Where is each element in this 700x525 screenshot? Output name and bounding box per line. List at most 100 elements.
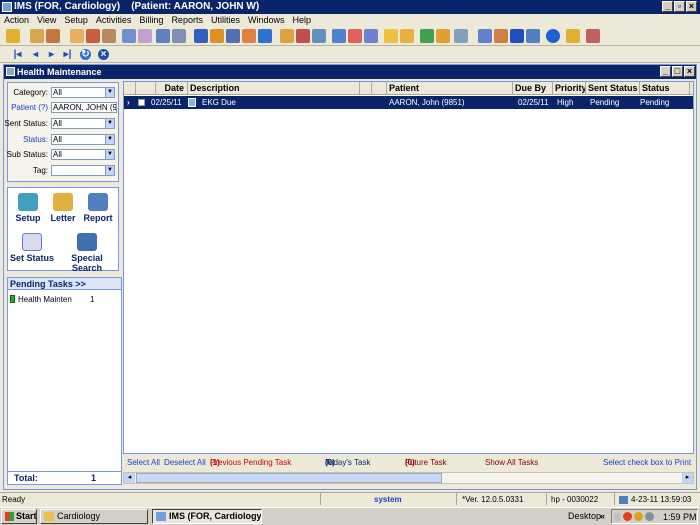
patient-field[interactable]: AARON, JOHN (98 — [51, 102, 117, 113]
person-icon[interactable] — [6, 29, 20, 43]
tray-sun-icon[interactable] — [634, 512, 643, 521]
previous-record-icon[interactable]: ◂ — [30, 49, 41, 60]
chevron-down-icon[interactable]: ▼ — [105, 119, 114, 128]
clipboard-icon[interactable] — [494, 29, 508, 43]
col-sent-status[interactable]: Sent Status — [586, 82, 640, 95]
document-icon[interactable] — [122, 29, 136, 43]
menu-view[interactable]: View — [33, 14, 60, 27]
schedule-icon[interactable] — [226, 29, 240, 43]
report-button[interactable]: Report — [82, 193, 114, 223]
table-row[interactable]: › 02/25/11 EKG Due AARON, John (9851) 02… — [124, 96, 693, 109]
heart-icon[interactable] — [348, 29, 362, 43]
taskbar-item-ims[interactable]: IMS (FOR, Cardiology)... — [152, 509, 262, 524]
start-button[interactable]: Start — [1, 509, 37, 524]
menu-billing[interactable]: Billing — [135, 14, 167, 27]
report-icon[interactable] — [436, 29, 450, 43]
menu-windows[interactable]: Windows — [244, 14, 289, 27]
scroll-right-icon[interactable]: ▸ — [682, 473, 693, 483]
refresh-icon[interactable]: ↻ — [80, 49, 91, 60]
chevron-down-icon[interactable]: ▼ — [105, 88, 114, 97]
taskbar-item-cardiology[interactable]: Cardiology — [40, 509, 148, 524]
files-icon[interactable] — [400, 29, 414, 43]
show-all-tasks-link[interactable]: Show All Tasks — [485, 455, 538, 471]
menu-activities[interactable]: Activities — [92, 14, 136, 27]
speaker-icon[interactable] — [614, 513, 621, 521]
chevron-down-icon[interactable]: ▼ — [105, 166, 114, 175]
horizontal-scrollbar[interactable]: ◂ ▸ — [123, 472, 694, 484]
col-date[interactable]: Date — [156, 82, 188, 95]
future-task-link[interactable]: Future Task (0) — [405, 455, 447, 471]
cancel-icon[interactable]: × — [98, 49, 109, 60]
menu-action[interactable]: Action — [0, 14, 33, 27]
child-maximize-button[interactable]: □ — [672, 66, 683, 77]
close-button[interactable]: × — [686, 1, 697, 12]
col-patient[interactable]: Patient — [387, 82, 513, 95]
col-due-by[interactable]: Due By — [513, 82, 553, 95]
pending-tasks-header[interactable]: Pending Tasks >> — [8, 278, 121, 290]
sync-icon[interactable] — [258, 29, 272, 43]
child-minimize-button[interactable]: _ — [660, 66, 671, 77]
wand-icon[interactable] — [46, 29, 60, 43]
pending-task-item[interactable]: Health Mainten 1 — [10, 294, 118, 305]
desktop-toolbar-label[interactable]: Desktop — [568, 508, 601, 524]
taskbar-clock[interactable]: 1:59 PM — [663, 509, 697, 525]
tray-network-icon[interactable] — [645, 512, 654, 521]
patient-icon[interactable] — [30, 29, 44, 43]
refresh-icon[interactable] — [478, 29, 492, 43]
first-record-icon[interactable]: |◂ — [12, 49, 23, 60]
category-select[interactable]: All ▼ — [51, 87, 115, 98]
scroll-thumb[interactable] — [136, 473, 442, 483]
menu-help[interactable]: Help — [288, 14, 315, 27]
col-status[interactable]: Status — [640, 82, 690, 95]
tray-app-icon[interactable] — [623, 512, 632, 521]
pencil-icon[interactable] — [86, 29, 100, 43]
letter-icon[interactable] — [280, 29, 294, 43]
child-close-button[interactable]: × — [684, 66, 695, 77]
chevron-down-icon[interactable]: ▼ — [105, 150, 114, 159]
set-status-button[interactable]: Set Status — [10, 233, 54, 263]
scroll-left-icon[interactable]: ◂ — [124, 473, 135, 483]
menu-reports[interactable]: Reports — [167, 14, 207, 27]
minimize-button[interactable]: _ — [662, 1, 673, 12]
pills-icon[interactable] — [242, 29, 256, 43]
flask-icon[interactable] — [138, 29, 152, 43]
word-icon[interactable] — [510, 29, 524, 43]
chevron-down-icon[interactable]: ▼ — [105, 135, 114, 144]
sent-status-select[interactable]: All ▼ — [51, 118, 115, 129]
notes-icon[interactable] — [156, 29, 170, 43]
folder-open-icon[interactable] — [70, 29, 84, 43]
exchange-icon[interactable] — [210, 29, 224, 43]
exit-icon[interactable] — [586, 29, 600, 43]
next-record-icon[interactable]: ▸ — [46, 49, 57, 60]
setup-button[interactable]: Setup — [14, 193, 42, 223]
folder-icon[interactable] — [384, 29, 398, 43]
deselect-all-link[interactable]: Deselect All — [164, 455, 206, 471]
menu-utilities[interactable]: Utilities — [207, 14, 244, 27]
todays-task-link[interactable]: Today's Task (0) — [325, 455, 370, 471]
col-blank-1[interactable] — [360, 82, 372, 95]
app-title-bar[interactable]: IMS (FOR, Cardiology) (Patient: AARON, J… — [0, 0, 700, 14]
hand-icon[interactable] — [102, 29, 116, 43]
col-description[interactable]: Description — [188, 82, 360, 95]
chart-icon[interactable] — [420, 29, 434, 43]
row-checkbox[interactable] — [138, 99, 145, 106]
previous-pending-link[interactable]: Previous Pending Task (1) — [210, 455, 291, 471]
patient-label[interactable]: Patient (?) — [0, 102, 48, 113]
sub-status-select[interactable]: All ▼ — [51, 149, 115, 160]
select-all-link[interactable]: Select All — [127, 455, 160, 471]
gear-icon[interactable] — [194, 29, 208, 43]
form-icon[interactable] — [172, 29, 186, 43]
print-icon[interactable] — [526, 29, 540, 43]
envelope-icon[interactable] — [364, 29, 378, 43]
help-icon[interactable] — [546, 29, 560, 43]
stethoscope-icon[interactable] — [312, 29, 326, 43]
status-label[interactable]: Status: — [0, 134, 48, 145]
calculator-icon[interactable] — [454, 29, 468, 43]
chevron-left-icon[interactable]: « — [600, 508, 605, 524]
scissors-icon[interactable] — [296, 29, 310, 43]
lock-icon[interactable] — [566, 29, 580, 43]
menu-setup[interactable]: Setup — [60, 14, 92, 27]
col-blank-2[interactable] — [372, 82, 387, 95]
check-icon[interactable] — [332, 29, 346, 43]
col-priority[interactable]: Priority — [553, 82, 586, 95]
